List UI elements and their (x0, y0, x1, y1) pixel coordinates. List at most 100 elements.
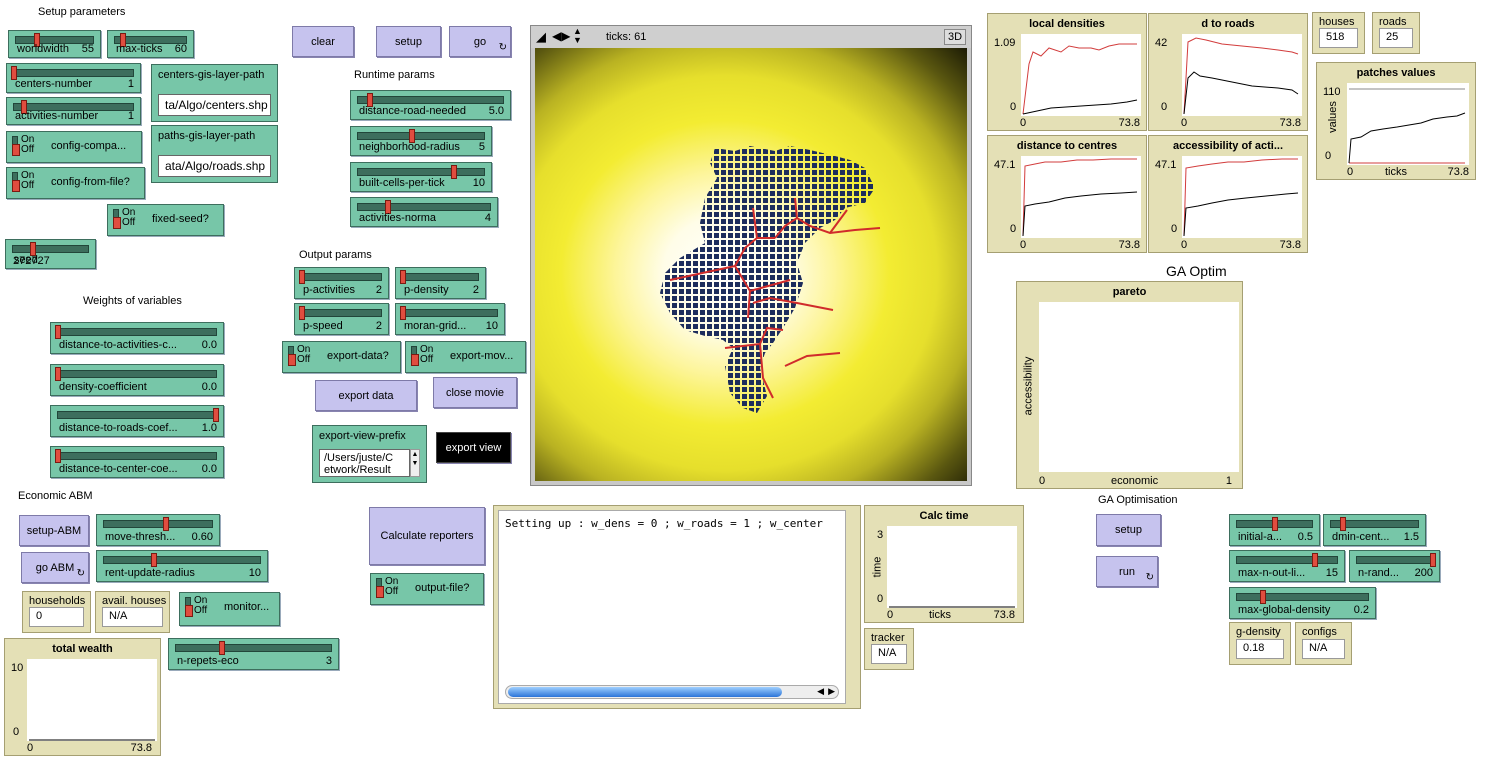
n-rand-slider[interactable]: n-rand... 200 (1349, 550, 1440, 582)
world-view[interactable]: ◢ ◀▶ ▲ ▼ ticks: 61 3D (530, 25, 972, 486)
fixed-seed-switch[interactable]: On Off fixed-seed? (107, 204, 224, 236)
input-value[interactable]: ta/Algo/centers.shp (158, 94, 271, 116)
distance-to-center-slider[interactable]: distance-to-center-coe... 0.0 (50, 446, 224, 478)
p-activities-slider[interactable]: p-activities 2 (294, 267, 389, 299)
built-cells-per-tick-slider[interactable]: built-cells-per-tick 10 (350, 162, 492, 192)
rent-update-radius-slider[interactable]: rent-update-radius 10 (96, 550, 268, 582)
slider-thumb[interactable] (151, 553, 157, 567)
initial-a-slider[interactable]: initial-a... 0.5 (1229, 514, 1320, 546)
calc-time-plot[interactable]: Calc time 3 0 time 0 ticks 73.8 (864, 505, 1024, 623)
plot-ylabel: accessibility (1022, 356, 1035, 416)
ga-setup-button[interactable]: setup (1096, 514, 1161, 546)
n-repets-eco-slider[interactable]: n-repets-eco 3 (168, 638, 339, 670)
go-abm-button[interactable]: go ABM ↻ (21, 552, 89, 583)
slider-thumb[interactable] (55, 367, 61, 381)
export-data-switch[interactable]: On Off export-data? (282, 341, 401, 373)
slider-thumb[interactable] (55, 325, 61, 339)
switch-label: config-compa... (51, 140, 127, 152)
p-density-slider[interactable]: p-density 2 (395, 267, 486, 299)
scroll-left-icon[interactable]: ◀ (817, 686, 824, 697)
patches-values-plot[interactable]: patches values 110 0 values 0 ticks 73.8 (1316, 62, 1476, 180)
slider-thumb[interactable] (451, 165, 457, 179)
output-file-switch[interactable]: On Off output-file? (370, 573, 484, 605)
scrollbar-thumb[interactable] (508, 687, 782, 697)
world-canvas[interactable] (535, 48, 967, 481)
distance-to-activities-slider[interactable]: distance-to-activities-c... 0.0 (50, 322, 224, 354)
input-scroll-arrows-icon[interactable]: ▲ ▼ (410, 449, 420, 477)
horizontal-arrows-icon[interactable]: ◀▶ (552, 29, 570, 43)
input-value[interactable]: /Users/juste/C etwork/Result (319, 449, 410, 477)
distance-road-needed-slider[interactable]: distance-road-needed 5.0 (350, 90, 511, 120)
slider-thumb[interactable] (1430, 553, 1436, 567)
plot-ymax: 1.09 (994, 37, 1016, 49)
setup-abm-button[interactable]: setup-ABM (19, 515, 89, 546)
input-value[interactable]: ata/Algo/roads.shp (158, 155, 271, 177)
moran-grid-slider[interactable]: moran-grid... 10 (395, 303, 505, 335)
slider-thumb[interactable] (1260, 590, 1266, 604)
switch-toggle[interactable] (376, 578, 384, 598)
scroll-right-icon[interactable]: ▶ (828, 686, 835, 697)
pareto-plot[interactable]: pareto 1 0 accessibility 0 economic 1 (1016, 281, 1243, 489)
clear-button[interactable]: clear (292, 26, 354, 57)
slider-thumb[interactable] (213, 408, 219, 422)
config-from-file-switch[interactable]: On Off config-from-file? (6, 167, 145, 199)
switch-toggle[interactable] (12, 136, 20, 156)
3d-button[interactable]: 3D (944, 29, 966, 45)
switch-toggle[interactable] (12, 172, 20, 192)
vertical-arrows-icon[interactable]: ▲ ▼ (573, 27, 582, 45)
distance-to-centres-plot[interactable]: distance to centres 47.1 0 0 73.8 (987, 135, 1147, 253)
neighborhood-radius-slider[interactable]: neighborhood-radius 5 (350, 126, 492, 156)
activities-norma-slider[interactable]: activities-norma 4 (350, 197, 498, 227)
resize-icon[interactable]: ◢ (536, 29, 546, 45)
slider-thumb[interactable] (299, 306, 305, 320)
switch-toggle[interactable] (288, 346, 296, 366)
total-wealth-plot[interactable]: total wealth 10 0 0 73.8 (4, 638, 161, 756)
export-mov-switch[interactable]: On Off export-mov... (405, 341, 526, 373)
distance-to-roads-slider[interactable]: distance-to-roads-coef... 1.0 (50, 405, 224, 437)
slider-label: built-cells-per-tick (359, 177, 445, 189)
ga-run-button[interactable]: run ↻ (1096, 556, 1158, 587)
slider-thumb[interactable] (219, 641, 225, 655)
centers-gis-layer-path-input[interactable]: centers-gis-layer-path ta/Algo/centers.s… (151, 64, 278, 122)
max-n-out-li-slider[interactable]: max-n-out-li... 15 (1229, 550, 1345, 582)
export-view-prefix-input[interactable]: export-view-prefix /Users/juste/C etwork/… (312, 425, 427, 483)
plot-title: local densities (1029, 18, 1105, 30)
config-compa-switch[interactable]: On Off config-compa... (6, 131, 142, 163)
slider-thumb[interactable] (1272, 517, 1278, 531)
slider-thumb[interactable] (400, 270, 406, 284)
plot-xmin: 0 (1181, 239, 1188, 251)
close-movie-button[interactable]: close movie (433, 377, 517, 408)
accessibility-plot[interactable]: accessibility of acti... 47.1 0 0 73.8 (1148, 135, 1308, 253)
move-thresh-slider[interactable]: move-thresh... 0.60 (96, 514, 220, 546)
switch-toggle[interactable] (185, 597, 193, 617)
go-button[interactable]: go ↻ (449, 26, 511, 57)
switch-toggle[interactable] (113, 209, 121, 229)
density-coefficient-slider[interactable]: density-coefficient 0.0 (50, 364, 224, 396)
dmin-cent-slider[interactable]: dmin-cent... 1.5 (1323, 514, 1426, 546)
worldwidth-slider[interactable]: worldwidth 55 (8, 30, 101, 58)
output-console[interactable]: Setting up : w_dens = 0 ; w_roads = 1 ; … (493, 505, 861, 709)
centers-number-slider[interactable]: centers-number 1 (6, 63, 141, 93)
switch-toggle[interactable] (411, 346, 419, 366)
export-data-button[interactable]: export data (315, 380, 417, 411)
max-global-density-slider[interactable]: max-global-density 0.2 (1229, 587, 1376, 619)
local-densities-plot[interactable]: local densities 1.09 0 0 73.8 (987, 13, 1147, 131)
console-screen[interactable]: Setting up : w_dens = 0 ; w_roads = 1 ; … (498, 510, 846, 704)
slider-label: p-density (404, 284, 449, 296)
export-view-button[interactable]: export view (436, 432, 511, 463)
setup-button[interactable]: setup (376, 26, 441, 57)
horizontal-scrollbar[interactable]: ◀ ▶ (505, 685, 839, 699)
slider-thumb[interactable] (1312, 553, 1318, 567)
activities-number-slider[interactable]: activities-number 1 (6, 97, 141, 125)
p-speed-slider[interactable]: p-speed 2 (294, 303, 389, 335)
slider-thumb[interactable] (1340, 517, 1346, 531)
monitor-switch[interactable]: On Off monitor... (179, 592, 280, 626)
paths-gis-layer-path-input[interactable]: paths-gis-layer-path ata/Algo/roads.shp (151, 125, 278, 183)
d-to-roads-plot[interactable]: d to roads 42 0 0 73.8 (1148, 13, 1308, 131)
slider-thumb[interactable] (163, 517, 169, 531)
slider-thumb[interactable] (400, 306, 406, 320)
max-ticks-slider[interactable]: max-ticks 60 (107, 30, 194, 58)
calculate-reporters-button[interactable]: Calculate reporters (369, 507, 485, 565)
slider-thumb[interactable] (55, 449, 61, 463)
slider-thumb[interactable] (299, 270, 305, 284)
